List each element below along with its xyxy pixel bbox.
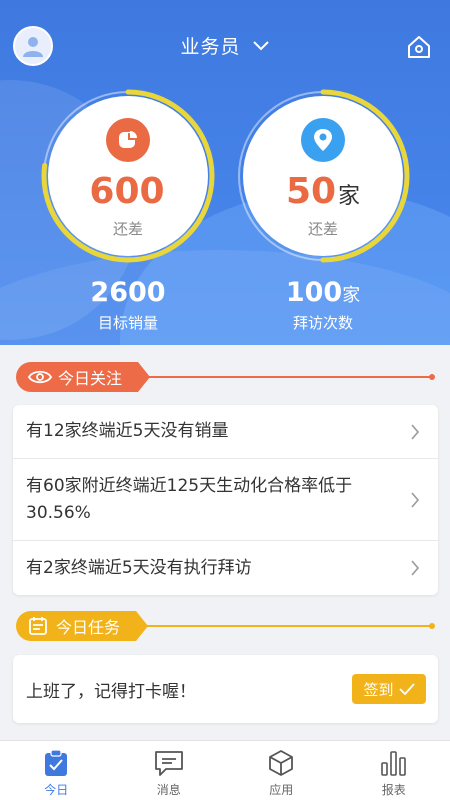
target-number: 100家: [285, 277, 361, 308]
check-icon: [398, 683, 415, 695]
gauge-caption: 还差: [112, 220, 143, 238]
section-divider-dot: [429, 623, 435, 629]
calendar-icon: [29, 617, 47, 635]
chevron-right-icon: [411, 423, 420, 440]
bottom-tab-bar: 今日 消息 应用 报表: [0, 740, 450, 800]
location-pin-icon: [301, 118, 345, 162]
bar-chart-icon: [380, 751, 406, 776]
focus-item[interactable]: 有60家附近终端近125天生动化合格率低于30.56%: [13, 459, 438, 541]
target-label: 拜访次数: [292, 313, 353, 332]
message-icon: [154, 751, 183, 776]
visit-target: 100家 拜访次数: [233, 278, 413, 333]
cube-icon: [269, 750, 294, 776]
role-selector[interactable]: 业务员: [0, 32, 450, 59]
gauge-caption: 还差: [307, 220, 338, 238]
tab-messages[interactable]: 消息: [113, 741, 226, 800]
sign-in-button[interactable]: 签到: [352, 674, 426, 704]
task-card: 上班了，记得打卡喔！ 签到: [13, 655, 438, 723]
focus-item[interactable]: 有12家终端近5天没有销量: [13, 405, 438, 459]
tab-apps[interactable]: 应用: [225, 741, 338, 800]
focus-item-text: 有60家附近终端近125天生动化合格率低于30.56%: [26, 476, 353, 523]
eye-icon: [28, 370, 52, 384]
tab-label: 消息: [156, 783, 181, 797]
gauge-face: 600 还差: [48, 96, 208, 256]
task-section-title: 今日任务: [56, 618, 121, 637]
focus-item-text: 有12家终端近5天没有销量: [26, 421, 229, 442]
gauge-value: 50家: [285, 171, 361, 212]
focus-item[interactable]: 有2家终端近5天没有执行拜访: [13, 541, 438, 595]
focus-card: 有12家终端近5天没有销量 有60家附近终端近125天生动化合格率低于30.56…: [13, 405, 438, 595]
clipboard-check-icon: [45, 749, 68, 776]
sign-in-label: 签到: [363, 680, 394, 699]
role-label: 业务员: [180, 36, 241, 58]
target-label: 目标销量: [97, 313, 158, 332]
section-divider: [140, 376, 432, 378]
chevron-down-icon: [252, 40, 269, 50]
home-icon[interactable]: [406, 34, 432, 60]
tab-label: 报表: [381, 783, 406, 797]
tab-reports[interactable]: 报表: [338, 741, 450, 800]
tab-label: 应用: [269, 783, 294, 797]
header-panel: 业务员 600 还差 50家 还差 2600 目标销量 100家 拜访次数: [0, 0, 450, 345]
chevron-right-icon: [411, 491, 420, 508]
focus-section-title: 今日关注: [58, 369, 123, 388]
section-divider-dot: [429, 374, 435, 380]
section-divider: [140, 625, 432, 627]
pie-chart-icon: [106, 118, 150, 162]
tab-label: 今日: [44, 783, 69, 797]
sales-gap-gauge: 600 还差: [38, 86, 218, 266]
sales-target: 2600 目标销量: [38, 278, 218, 333]
target-number: 2600: [90, 277, 166, 308]
task-section-tag: 今日任务: [16, 611, 149, 641]
gauge-value: 600: [89, 171, 165, 212]
focus-item-text: 有2家终端近5天没有执行拜访: [26, 557, 252, 578]
tab-today[interactable]: 今日: [0, 741, 113, 800]
task-text: 上班了，记得打卡喔！: [26, 682, 196, 702]
gauge-face: 50家 还差: [243, 96, 403, 256]
focus-section-tag: 今日关注: [16, 362, 151, 392]
visit-gap-gauge: 50家 还差: [233, 86, 413, 266]
chevron-right-icon: [411, 560, 420, 576]
